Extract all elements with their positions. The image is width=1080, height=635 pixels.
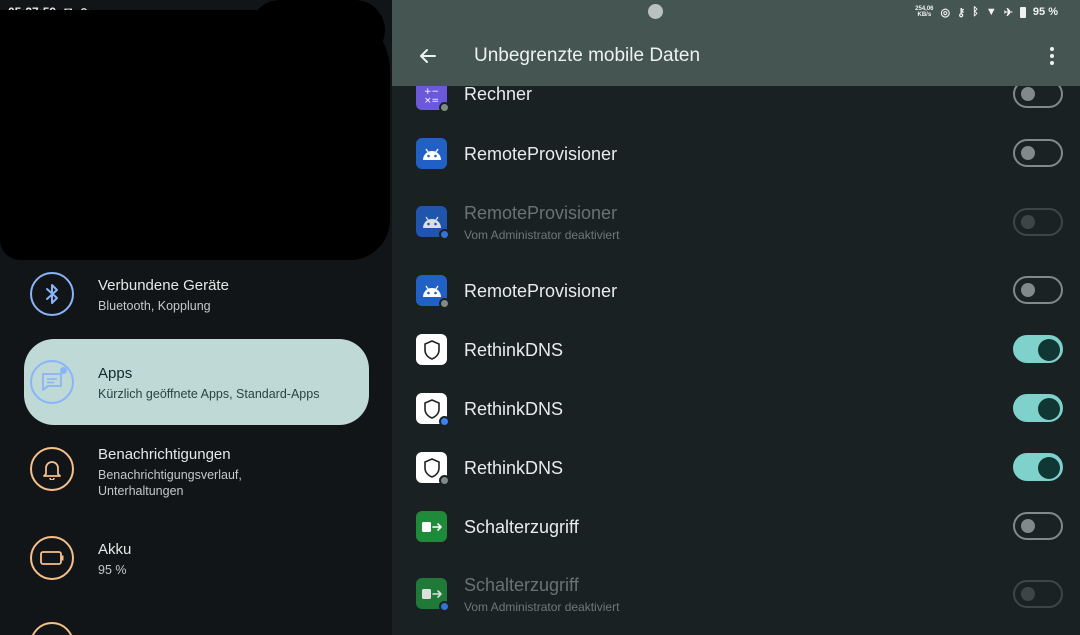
work-profile-badge [439, 102, 450, 113]
app-row-rechner[interactable]: +− ×= Rechner [392, 86, 1080, 124]
app-row-remoteprovisioner[interactable]: RemoteProvisioner [392, 261, 1080, 320]
unrestricted-data-screen: 254,06 KB/s ◎ ⚷ ᛒ ▼ ✈ 95 % Unbegrenzte m… [392, 0, 1080, 635]
android-icon [416, 275, 450, 309]
app-row-rethinkdns[interactable]: RethinkDNS [392, 438, 1080, 497]
app-subtitle: Vom Administrator deaktiviert [464, 600, 620, 614]
data-toggle[interactable] [1013, 86, 1063, 108]
data-saver-icon: ◎ [940, 6, 951, 19]
apps-icon [30, 360, 74, 404]
work-profile-badge [439, 475, 450, 486]
app-row-rethinkdns[interactable]: RethinkDNS [392, 379, 1080, 438]
app-row-schalterzugriff-disabled: Schalterzugriff Vom Administrator deakti… [392, 562, 1080, 626]
data-toggle[interactable] [1013, 394, 1063, 422]
settings-item-title: Akku [98, 541, 132, 558]
settings-item-title: Verbundene Geräte [98, 277, 229, 294]
redacted-area [250, 0, 385, 60]
svg-text:×=: ×= [424, 96, 439, 105]
toggle-knob [1021, 283, 1035, 297]
bluetooth-icon: ᛒ [972, 6, 979, 18]
partial-settings-item-icon [30, 622, 74, 635]
app-name: RethinkDNS [464, 340, 564, 360]
app-name: RemoteProvisioner [464, 144, 618, 164]
cloned-app-badge [439, 601, 450, 612]
app-name: Rechner [464, 86, 533, 104]
toggle-knob [1038, 457, 1060, 479]
rethinkdns-icon [416, 393, 450, 427]
battery-icon [30, 536, 74, 580]
cloned-app-badge [439, 416, 450, 427]
app-row-remoteprovisioner-disabled: RemoteProvisioner Vom Administrator deak… [392, 190, 1080, 254]
toggle-knob [1021, 87, 1035, 101]
settings-item-subtitle: Bluetooth, Kopplung [98, 299, 211, 313]
switch-access-icon [416, 511, 447, 542]
data-toggle[interactable] [1013, 453, 1063, 481]
app-list: +− ×= Rechner RemoteProvisioner RemotePr… [392, 86, 1080, 635]
rethinkdns-icon [416, 452, 450, 486]
settings-item-title: Apps [98, 365, 133, 382]
settings-item-subtitle: Kürzlich geöffnete Apps, Standard-Apps [98, 387, 320, 401]
data-toggle[interactable] [1013, 139, 1063, 167]
app-name: RethinkDNS [464, 458, 564, 478]
network-speed-unit: KB/s [917, 12, 932, 18]
toggle-knob [1021, 215, 1035, 229]
app-row-remoteprovisioner[interactable]: RemoteProvisioner [392, 124, 1080, 183]
app-row-rethinkdns[interactable]: RethinkDNS [392, 320, 1080, 379]
settings-item-title: Benachrichtigungen [98, 446, 231, 463]
notification-dot [60, 367, 67, 374]
app-name: RethinkDNS [464, 399, 564, 419]
wifi-icon: ▼ [985, 6, 997, 18]
settings-item-notifications[interactable]: Benachrichtigungen Benachrichtigungsverl… [24, 446, 369, 499]
settings-item-battery[interactable]: Akku 95 % [24, 536, 369, 580]
settings-item-apps[interactable]: Apps Kürzlich geöffnete Apps, Standard-A… [24, 360, 369, 404]
android-icon [416, 206, 450, 240]
toggle-knob [1038, 339, 1060, 361]
calculator-icon: +− ×= [416, 86, 450, 113]
app-name: Schalterzugriff [464, 575, 579, 595]
more-vert-icon[interactable] [1040, 42, 1064, 70]
toggle-knob [1021, 519, 1035, 533]
vpn-key-icon: ⚷ [957, 6, 966, 19]
bell-icon [30, 447, 74, 491]
data-toggle[interactable] [1013, 276, 1063, 304]
data-toggle [1013, 580, 1063, 608]
switch-access-icon [416, 578, 450, 612]
rethinkdns-icon [416, 334, 447, 365]
work-profile-badge [439, 298, 450, 309]
settings-item-subtitle: 95 % [98, 563, 127, 577]
data-toggle[interactable] [1013, 335, 1063, 363]
bluetooth-icon [30, 272, 74, 316]
screen: 05:37:59 ✉ ⟳ Verbundene Geräte Bluetooth… [0, 0, 1080, 635]
toggle-knob [1021, 587, 1035, 601]
android-icon [416, 138, 447, 169]
settings-item-subtitle: Benachrichtigungsverlauf, Unterhaltungen [98, 468, 242, 498]
network-speed: 254,06 KB/s [915, 6, 933, 18]
app-bar: 254,06 KB/s ◎ ⚷ ᛒ ▼ ✈ 95 % Unbegrenzte m… [392, 0, 1080, 86]
toggle-knob [1021, 146, 1035, 160]
app-subtitle: Vom Administrator deaktiviert [464, 228, 620, 242]
battery-level: 95 % [1032, 6, 1058, 18]
camera-cutout [648, 4, 663, 19]
back-arrow-icon[interactable] [414, 42, 442, 70]
battery-icon [1019, 6, 1026, 18]
data-toggle [1013, 208, 1063, 236]
settings-item-connected-devices[interactable]: Verbundene Geräte Bluetooth, Kopplung [24, 272, 369, 316]
app-name: RemoteProvisioner [464, 281, 618, 301]
app-name: RemoteProvisioner [464, 203, 618, 223]
airplane-icon: ✈ [1003, 6, 1013, 19]
data-toggle[interactable] [1013, 512, 1063, 540]
toggle-knob [1038, 398, 1060, 420]
status-bar-right: 254,06 KB/s ◎ ⚷ ᛒ ▼ ✈ 95 % [915, 3, 1058, 21]
app-row-schalterzugriff[interactable]: Schalterzugriff [392, 497, 1080, 556]
app-name: Schalterzugriff [464, 517, 579, 537]
page-title: Unbegrenzte mobile Daten [474, 45, 701, 66]
settings-panel: 05:37:59 ✉ ⟳ Verbundene Geräte Bluetooth… [0, 0, 392, 635]
cloned-app-badge [439, 229, 450, 240]
